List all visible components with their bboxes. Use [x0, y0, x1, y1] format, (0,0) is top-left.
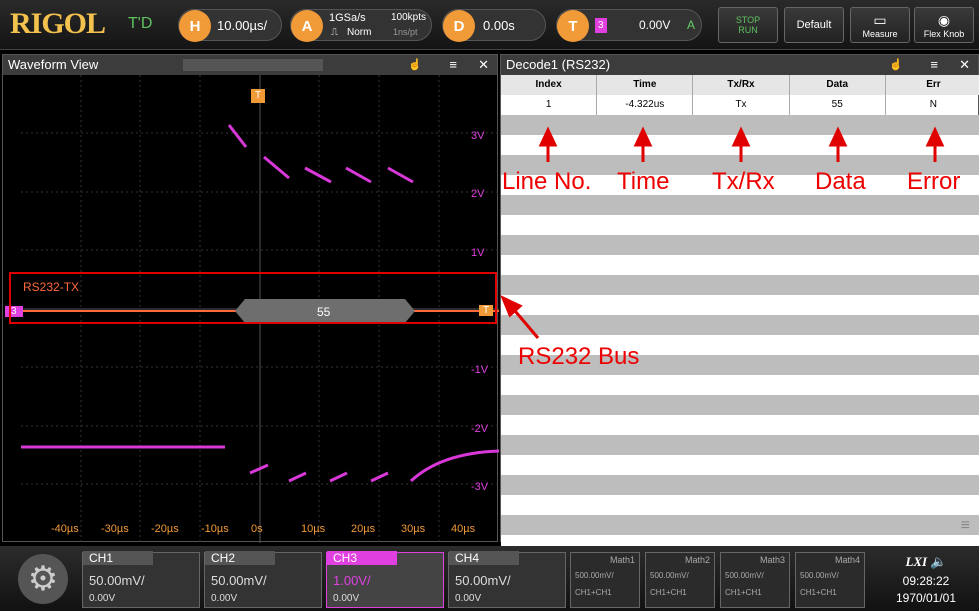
speaker-icon: 🔈: [930, 554, 947, 569]
channel-name: CH2: [205, 551, 275, 565]
bottom-bar: ⚙ CH1 50.00mV/0.00V CH2 50.00mV/0.00V CH3 1.0…: [0, 546, 979, 611]
gear-icon[interactable]: ⚙: [18, 554, 68, 604]
channel-offset: 0.00V: [333, 593, 360, 604]
channel-offset: 0.00V: [211, 593, 238, 604]
math-3-button[interactable]: Math3 500.00mV/CH1+CH1: [720, 552, 790, 608]
math-source: CH1+CH1: [800, 588, 837, 597]
status-panel: LXI 🔈 09:28:22 1970/01/01: [876, 550, 976, 608]
annotation-arrows: [500, 126, 945, 339]
math-name: Math2: [684, 555, 710, 565]
channel-name: CH1: [83, 551, 153, 565]
channel-scale: 50.00mV/: [455, 573, 511, 588]
channel-3-button[interactable]: CH3 1.00V/0.00V: [326, 551, 444, 608]
annotation-bus: RS232 Bus: [518, 343, 640, 370]
math-1-button[interactable]: Math1 500.00mV/CH1+CH1: [570, 552, 640, 608]
math-scale: 500.00mV/: [575, 571, 614, 580]
channel-scale: 1.00V/: [333, 573, 371, 588]
math-name: Math4: [834, 555, 860, 565]
math-source: CH1+CH1: [725, 588, 762, 597]
math-4-button[interactable]: Math4 500.00mV/CH1+CH1: [795, 552, 865, 608]
math-source: CH1+CH1: [650, 588, 687, 597]
annotation-txrx: Tx/Rx: [712, 168, 775, 195]
channel-offset: 0.00V: [89, 593, 116, 604]
channel-offset: 0.00V: [455, 593, 482, 604]
annotation-error: Error: [907, 168, 961, 195]
channel-name: CH3: [327, 551, 397, 565]
math-scale: 500.00mV/: [650, 571, 689, 580]
clock-date: 1970/01/01: [895, 591, 957, 605]
math-2-button[interactable]: Math2 500.00mV/CH1+CH1: [645, 552, 715, 608]
channel-4-button[interactable]: CH4 50.00mV/0.00V: [448, 551, 566, 608]
math-name: Math3: [759, 555, 785, 565]
math-scale: 500.00mV/: [800, 571, 839, 580]
math-scale: 500.00mV/: [725, 571, 764, 580]
lxi-logo: LXI 🔈: [905, 554, 947, 569]
math-source: CH1+CH1: [575, 588, 612, 597]
annotation-data: Data: [815, 168, 866, 195]
math-name: Math1: [609, 555, 635, 565]
annotation-line-no: Line No.: [502, 168, 592, 195]
channel-scale: 50.00mV/: [89, 573, 145, 588]
channel-scale: 50.00mV/: [211, 573, 267, 588]
clock-time: 09:28:22: [902, 574, 950, 588]
channel-name: CH4: [449, 551, 519, 565]
channel-1-button[interactable]: CH1 50.00mV/0.00V: [82, 551, 200, 608]
annotation-time: Time: [617, 168, 670, 195]
channel-2-button[interactable]: CH2 50.00mV/0.00V: [204, 551, 322, 608]
